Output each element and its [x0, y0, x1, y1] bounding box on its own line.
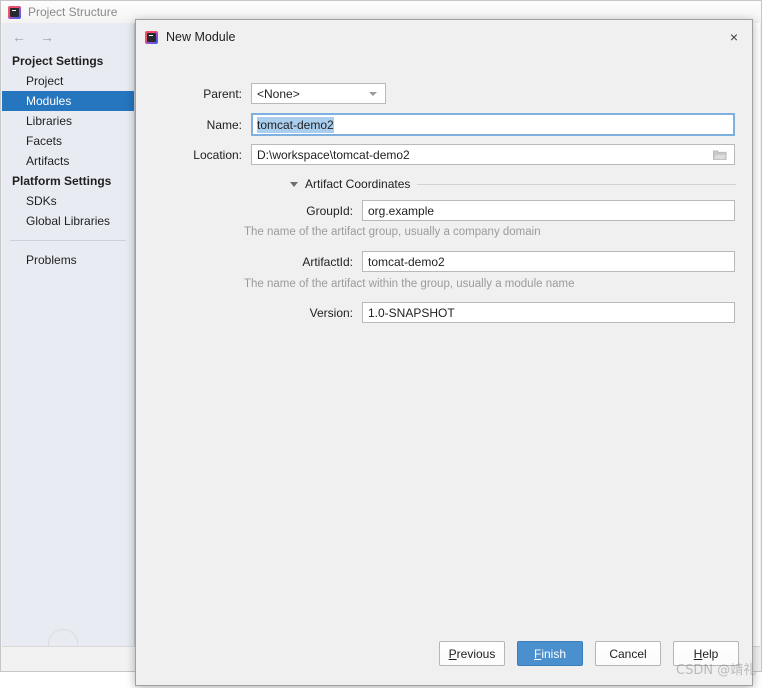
sidebar-item-modules[interactable]: Modules [2, 91, 134, 111]
sidebar-item-global-libraries[interactable]: Global Libraries [2, 211, 134, 231]
parent-select-value: <None> [257, 87, 300, 101]
parent-select[interactable]: <None> [251, 83, 386, 104]
version-input[interactable]: 1.0-SNAPSHOT [362, 302, 735, 323]
cancel-button[interactable]: Cancel [595, 641, 661, 666]
version-label: Version: [155, 306, 353, 320]
sidebar-divider [10, 240, 126, 241]
previous-button-label: Previous [449, 647, 496, 661]
chevron-down-icon [369, 92, 377, 96]
location-label: Location: [155, 148, 242, 162]
version-input-value: 1.0-SNAPSHOT [368, 306, 455, 320]
parent-label: Parent: [155, 87, 242, 101]
location-row: Location: D:\workspace\tomcat-demo2 [155, 144, 735, 165]
new-module-dialog: New Module × Parent: <None> Name: tomcat… [135, 19, 753, 686]
artifact-coordinates-title: Artifact Coordinates [305, 177, 410, 191]
artifactid-hint: The name of the artifact within the grou… [244, 278, 575, 290]
dialog-titlebar: New Module × [136, 20, 752, 54]
sidebar-item-project[interactable]: Project [2, 71, 134, 91]
artifactid-row: ArtifactId: tomcat-demo2 [155, 251, 735, 272]
sidebar-item-problems[interactable]: Problems [2, 250, 134, 270]
chevron-down-icon[interactable] [290, 182, 298, 187]
forward-arrow-icon[interactable]: → [40, 29, 54, 45]
groupid-row: GroupId: org.example [155, 200, 735, 221]
project-structure-sidebar: ← → Project Settings Project Modules Lib… [2, 23, 135, 647]
sidebar-item-sdks[interactable]: SDKs [2, 191, 134, 211]
help-button[interactable]: Help [673, 641, 739, 666]
name-label: Name: [155, 118, 242, 132]
dialog-title: New Module [166, 30, 235, 44]
sidebar-item-libraries[interactable]: Libraries [2, 111, 134, 131]
sidebar-group-project-settings: Project Settings [2, 51, 134, 71]
sidebar-item-artifacts[interactable]: Artifacts [2, 151, 134, 171]
groupid-input[interactable]: org.example [362, 200, 735, 221]
sidebar-nav-row: ← → [2, 23, 134, 51]
section-divider [417, 184, 736, 185]
previous-button[interactable]: Previous [439, 641, 505, 666]
close-icon[interactable]: × [726, 29, 742, 45]
name-input[interactable]: tomcat-demo2 [251, 113, 735, 136]
name-row: Name: tomcat-demo2 [155, 113, 735, 136]
location-input[interactable]: D:\workspace\tomcat-demo2 [251, 144, 735, 165]
back-arrow-icon[interactable]: ← [12, 29, 26, 45]
finish-button[interactable]: Finish [517, 641, 583, 666]
artifact-coordinates-section-header[interactable]: Artifact Coordinates [290, 177, 736, 191]
folder-icon[interactable] [713, 149, 727, 160]
groupid-hint: The name of the artifact group, usually … [244, 226, 541, 238]
dialog-footer: Previous Finish Cancel Help [136, 629, 752, 685]
intellij-idea-icon [145, 31, 158, 44]
artifactid-input[interactable]: tomcat-demo2 [362, 251, 735, 272]
artifactid-label: ArtifactId: [155, 255, 353, 269]
version-row: Version: 1.0-SNAPSHOT [155, 302, 735, 323]
cancel-button-label: Cancel [609, 647, 646, 661]
location-input-value: D:\workspace\tomcat-demo2 [257, 148, 410, 162]
sidebar-group-platform-settings: Platform Settings [2, 171, 134, 191]
groupid-input-value: org.example [368, 204, 434, 218]
help-button-label: Help [694, 647, 719, 661]
finish-button-label: Finish [534, 647, 566, 661]
groupid-label: GroupId: [155, 204, 353, 218]
name-input-value: tomcat-demo2 [257, 117, 334, 133]
dialog-body: Parent: <None> Name: tomcat-demo2 Locati… [136, 54, 752, 629]
intellij-idea-icon [8, 6, 21, 19]
project-structure-title: Project Structure [28, 5, 117, 19]
parent-row: Parent: <None> [155, 83, 735, 104]
sidebar-item-facets[interactable]: Facets [2, 131, 134, 151]
artifactid-input-value: tomcat-demo2 [368, 255, 445, 269]
